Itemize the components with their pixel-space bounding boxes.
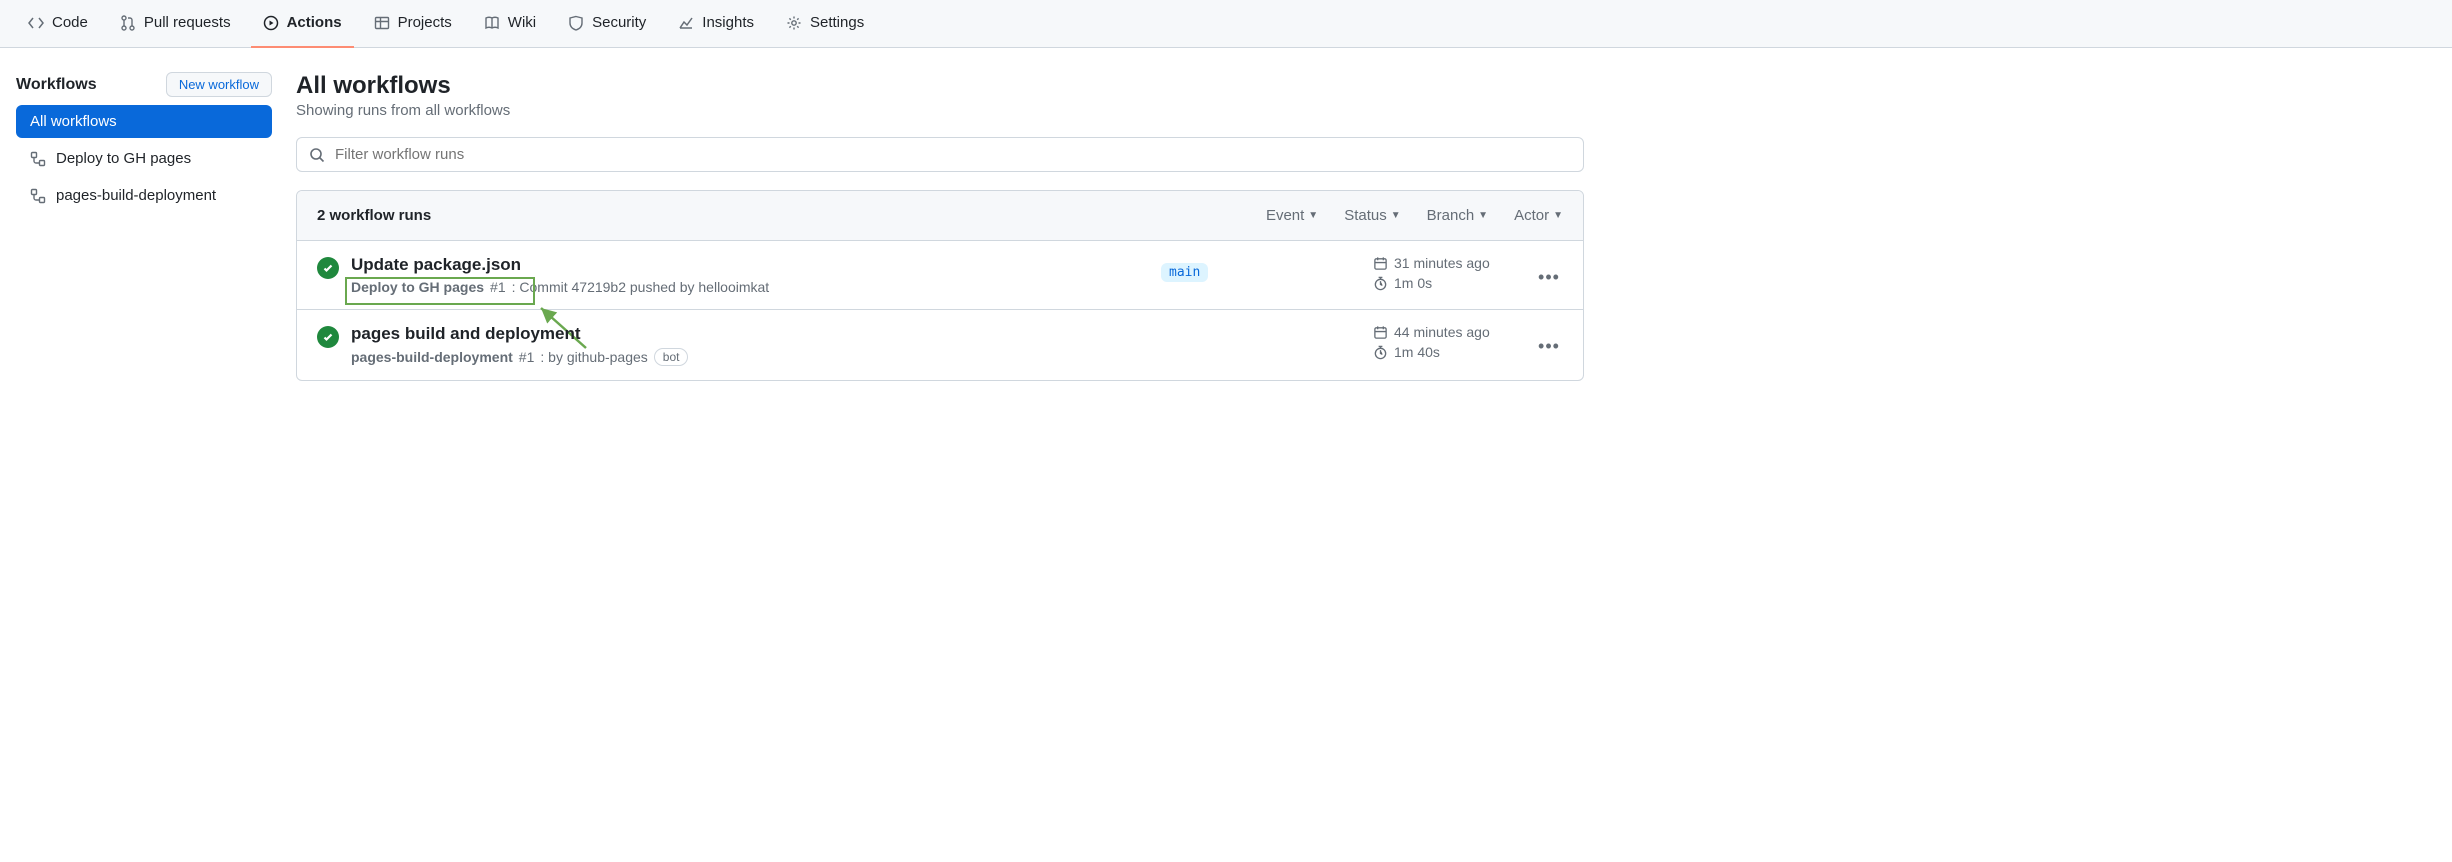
sidebar-item-label: All workflows: [30, 113, 117, 130]
sidebar-item-deploy-gh-pages[interactable]: Deploy to GH pages: [16, 142, 272, 175]
filter-workflow-runs[interactable]: [296, 137, 1584, 172]
run-workflow-name: pages-build-deployment: [351, 349, 513, 365]
nav-label: Wiki: [508, 14, 536, 31]
runs-count: 2 workflow runs: [317, 207, 431, 224]
nav-code[interactable]: Code: [16, 0, 100, 48]
main-content: All workflows Showing runs from all work…: [296, 72, 1584, 381]
nav-label: Projects: [398, 14, 452, 31]
calendar-icon: [1373, 256, 1388, 271]
nav-label: Code: [52, 14, 88, 31]
status-success-icon: [317, 257, 339, 279]
caret-down-icon: ▼: [1391, 210, 1401, 221]
branch-chip[interactable]: main: [1161, 263, 1208, 282]
filter-event[interactable]: Event▼: [1266, 207, 1318, 224]
code-icon: [28, 15, 44, 31]
caret-down-icon: ▼: [1478, 210, 1488, 221]
calendar-icon: [1373, 325, 1388, 340]
filter-actor[interactable]: Actor▼: [1514, 207, 1563, 224]
nav-label: Insights: [702, 14, 754, 31]
page-title: All workflows: [296, 72, 1584, 100]
bot-badge: bot: [654, 348, 689, 366]
nav-wiki[interactable]: Wiki: [472, 0, 548, 48]
git-pull-request-icon: [120, 15, 136, 31]
workflow-runs-table: 2 workflow runs Event▼ Status▼ Branch▼ A…: [296, 190, 1584, 381]
filter-status[interactable]: Status▼: [1344, 207, 1400, 224]
run-detail: : by github-pages: [540, 349, 647, 365]
status-success-icon: [317, 326, 339, 348]
workflow-run-row[interactable]: pages build and deployment pages-build-d…: [297, 310, 1583, 380]
run-detail: : Commit 47219b2 pushed by hellooimkat: [512, 279, 770, 295]
nav-settings[interactable]: Settings: [774, 0, 876, 48]
filter-input[interactable]: [335, 146, 1571, 163]
caret-down-icon: ▼: [1308, 210, 1318, 221]
stopwatch-icon: [1373, 276, 1388, 291]
run-actions-menu[interactable]: •••: [1538, 336, 1560, 357]
run-age: 31 minutes ago: [1394, 255, 1490, 271]
run-title: Update package.json: [351, 255, 1149, 275]
filter-branch[interactable]: Branch▼: [1427, 207, 1488, 224]
play-icon: [263, 15, 279, 31]
nav-label: Security: [592, 14, 646, 31]
shield-icon: [568, 15, 584, 31]
nav-security[interactable]: Security: [556, 0, 658, 48]
run-workflow-name: Deploy to GH pages: [351, 279, 484, 295]
graph-icon: [678, 15, 694, 31]
run-number: #1: [490, 279, 506, 295]
nav-projects[interactable]: Projects: [362, 0, 464, 48]
search-icon: [309, 147, 325, 163]
sidebar-item-label: Deploy to GH pages: [56, 150, 191, 167]
run-actions-menu[interactable]: •••: [1538, 267, 1560, 288]
nav-actions[interactable]: Actions: [251, 0, 354, 48]
caret-down-icon: ▼: [1553, 210, 1563, 221]
repo-nav: Code Pull requests Actions Projects Wiki…: [0, 0, 2452, 48]
workflow-run-row[interactable]: Update package.json Deploy to GH pages #…: [297, 241, 1583, 310]
table-icon: [374, 15, 390, 31]
nav-insights[interactable]: Insights: [666, 0, 766, 48]
page-subtitle: Showing runs from all workflows: [296, 102, 1584, 119]
nav-label: Actions: [287, 14, 342, 31]
workflows-sidebar: Workflows New workflow All workflows Dep…: [16, 72, 272, 381]
run-age: 44 minutes ago: [1394, 324, 1490, 340]
sidebar-title: Workflows: [16, 76, 97, 94]
gear-icon: [786, 15, 802, 31]
sidebar-item-all-workflows[interactable]: All workflows: [16, 105, 272, 138]
nav-pull-requests[interactable]: Pull requests: [108, 0, 243, 48]
nav-label: Settings: [810, 14, 864, 31]
nav-label: Pull requests: [144, 14, 231, 31]
sidebar-item-label: pages-build-deployment: [56, 187, 216, 204]
stopwatch-icon: [1373, 345, 1388, 360]
new-workflow-button[interactable]: New workflow: [166, 72, 272, 97]
run-duration: 1m 40s: [1394, 344, 1440, 360]
book-icon: [484, 15, 500, 31]
sidebar-item-pages-build-deployment[interactable]: pages-build-deployment: [16, 179, 272, 212]
workflow-icon: [30, 151, 46, 167]
run-number: #1: [519, 349, 535, 365]
run-title: pages build and deployment: [351, 324, 1149, 344]
workflow-icon: [30, 188, 46, 204]
run-duration: 1m 0s: [1394, 275, 1432, 291]
